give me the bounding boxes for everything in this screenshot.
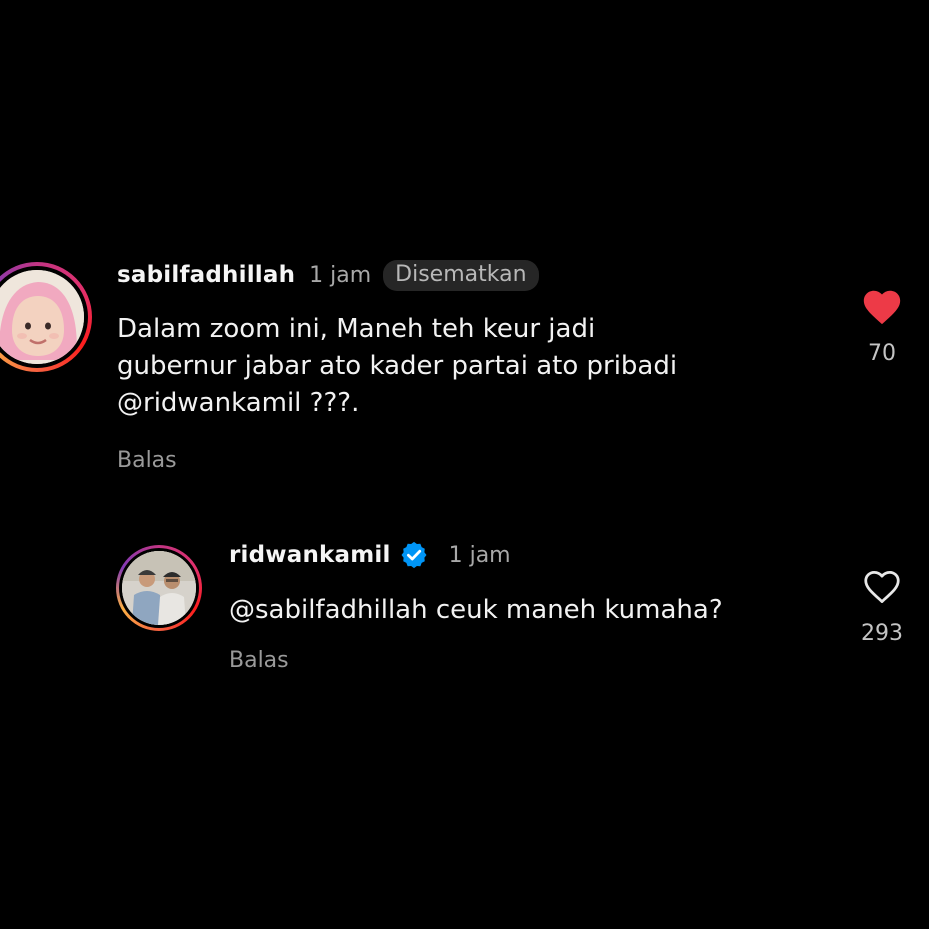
like-button[interactable] [858,567,906,609]
reply-button[interactable]: Balas [229,648,289,673]
verified-badge-icon [399,540,429,570]
story-ring[interactable] [0,262,92,372]
comment-username[interactable]: ridwankamil [229,542,391,568]
like-button[interactable] [858,287,906,329]
comment-text: Dalam zoom ini, Maneh teh keur jadi gube… [117,311,677,422]
heart-filled-icon [860,286,904,330]
reply-button[interactable]: Balas [117,448,177,473]
comment-text-line: @ridwankamil ???. [117,388,360,418]
story-ring[interactable] [116,545,202,631]
like-count: 293 [861,621,903,646]
pinned-badge: Disematkan [383,259,539,291]
comment-timestamp: 1 jam [448,542,511,568]
avatar[interactable] [122,551,196,625]
comment-text-line: @sabilfadhillah ceuk maneh kumaha? [229,595,723,625]
comment-text: @sabilfadhillah ceuk maneh kumaha? [229,592,723,629]
heart-outline-icon [861,567,903,609]
comment-text-line: Dalam zoom ini, Maneh teh keur jadi [117,314,596,344]
like-count: 70 [868,341,896,366]
comment-username[interactable]: sabilfadhillah [117,262,295,288]
comment-text-line: gubernur jabar ato kader partai ato prib… [117,351,678,381]
comment-timestamp: 1 jam [309,262,372,288]
